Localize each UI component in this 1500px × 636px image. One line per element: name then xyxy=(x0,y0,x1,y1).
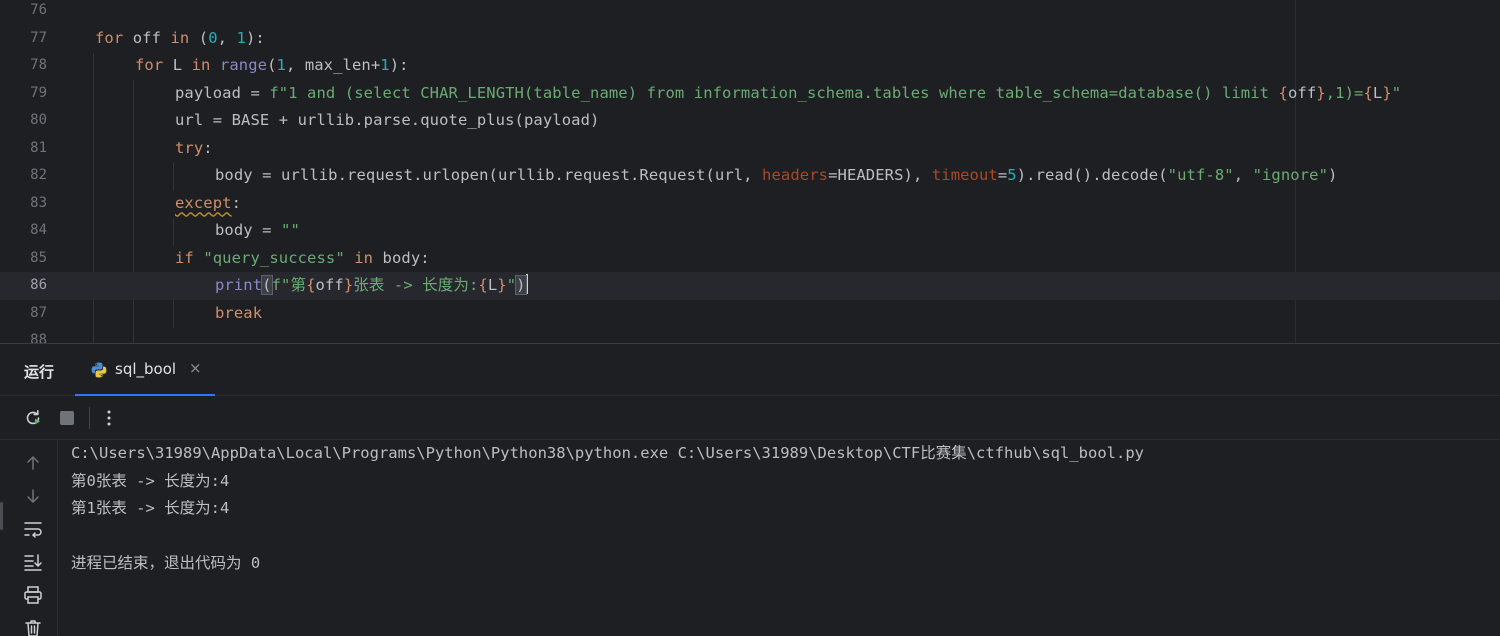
stop-icon xyxy=(60,411,74,425)
line-number: 80 xyxy=(30,112,47,128)
clear-button[interactable] xyxy=(22,617,44,636)
toolbar-separator xyxy=(89,407,90,429)
scroll-down-icon xyxy=(27,489,39,503)
code-line[interactable]: 82 body = urllib.request.urlopen(urllib.… xyxy=(0,162,1500,190)
code-line[interactable]: 83 except: xyxy=(0,190,1500,218)
scroll-up-icon xyxy=(27,456,39,470)
code-line[interactable]: 78 for L in range(1, max_len+1): xyxy=(0,52,1500,80)
line-number: 81 xyxy=(30,139,47,156)
rerun-icon xyxy=(26,410,40,425)
code-line[interactable]: 87 break xyxy=(0,300,1500,328)
code-line[interactable]: 80 url = BASE + urllib.parse.quote_plus(… xyxy=(0,107,1500,135)
close-icon[interactable]: × xyxy=(189,359,202,377)
text-caret xyxy=(525,274,528,294)
print-icon xyxy=(24,586,42,604)
code-editor[interactable]: 76 77 for off in (0, 1): 78 for L in ran… xyxy=(0,0,1500,343)
console-line: 进程已结束，退出代码为 0 xyxy=(71,554,261,572)
run-panel-title: 运行 xyxy=(24,363,55,381)
line-number: 84 xyxy=(30,222,47,238)
line-number: 78 xyxy=(30,57,47,73)
code-text: url = BASE + urllib.parse.quote_plus(pay… xyxy=(175,111,600,129)
code-text: print(f"第{off}张表 -> 长度为:{L}") xyxy=(215,274,528,295)
console-side-toolbar xyxy=(0,440,58,636)
code-line[interactable]: 76 xyxy=(0,0,1500,25)
console-line: 第1张表 -> 长度为:4 xyxy=(71,499,230,517)
code-line[interactable]: 77 for off in (0, 1): xyxy=(0,25,1500,53)
code-text: payload = f"1 and (select CHAR_LENGTH(ta… xyxy=(175,83,1402,102)
soft-wrap-button[interactable] xyxy=(22,518,44,540)
code-line[interactable]: 84 body = "" xyxy=(0,217,1500,245)
code-line[interactable]: 79 payload = f"1 and (select CHAR_LENGTH… xyxy=(0,80,1500,108)
code-text: body = "" xyxy=(215,221,300,239)
line-number: 79 xyxy=(30,84,47,101)
more-options-button[interactable] xyxy=(98,407,120,429)
scroll-to-end-icon xyxy=(24,554,42,571)
scroll-up-button[interactable] xyxy=(22,452,44,474)
code-text: break xyxy=(215,303,263,322)
line-number: 77 xyxy=(30,29,47,46)
run-tab-bar: 运行 sql_bool × xyxy=(0,344,1500,396)
console-line: 第0张表 -> 长度为:4 xyxy=(71,471,230,490)
console-line: C:\Users\31989\AppData\Local\Programs\Py… xyxy=(71,444,1144,462)
console-output[interactable]: C:\Users\31989\AppData\Local\Programs\Py… xyxy=(71,440,1491,578)
more-options-icon xyxy=(107,410,111,426)
line-number: 85 xyxy=(30,249,47,266)
warning-underline: except xyxy=(175,193,232,212)
code-text: if "query_success" in body: xyxy=(175,248,430,267)
code-text: body = urllib.request.urlopen(urllib.req… xyxy=(215,166,1338,184)
code-line[interactable]: 85 if "query_success" in body: xyxy=(0,245,1500,273)
line-number: 87 xyxy=(30,304,47,321)
code-line[interactable]: 81 try: xyxy=(0,135,1500,163)
run-toolbar xyxy=(0,397,1500,440)
clear-icon xyxy=(25,620,41,636)
active-marker xyxy=(0,502,3,530)
line-number: 83 xyxy=(30,194,47,211)
line-number: 76 xyxy=(30,2,47,18)
line-number: 88 xyxy=(30,332,47,343)
stop-button[interactable] xyxy=(56,407,78,429)
code-text: try: xyxy=(175,138,213,157)
scroll-down-button[interactable] xyxy=(22,485,44,507)
scroll-to-end-button[interactable] xyxy=(22,551,44,573)
tab-label: sql_bool xyxy=(115,360,177,378)
soft-wrap-icon xyxy=(24,522,42,538)
print-button[interactable] xyxy=(22,584,44,606)
code-text: for off in (0, 1): xyxy=(95,28,265,47)
run-tool-window: 运行 sql_bool × C:\Users\31989\AppData\Loc… xyxy=(0,343,1500,636)
tab-sql-bool[interactable]: sql_bool × xyxy=(75,344,215,396)
code-text: for L in range(1, max_len+1): xyxy=(135,56,409,74)
code-line[interactable]: 88 xyxy=(0,327,1500,343)
line-number: 82 xyxy=(30,167,47,183)
current-line[interactable]: 86 print(f"第{off}张表 -> 长度为:{L}") xyxy=(0,272,1500,300)
line-number: 86 xyxy=(30,277,47,293)
python-file-icon xyxy=(91,362,107,378)
code-text: except: xyxy=(175,193,242,212)
rerun-button[interactable] xyxy=(22,407,44,429)
